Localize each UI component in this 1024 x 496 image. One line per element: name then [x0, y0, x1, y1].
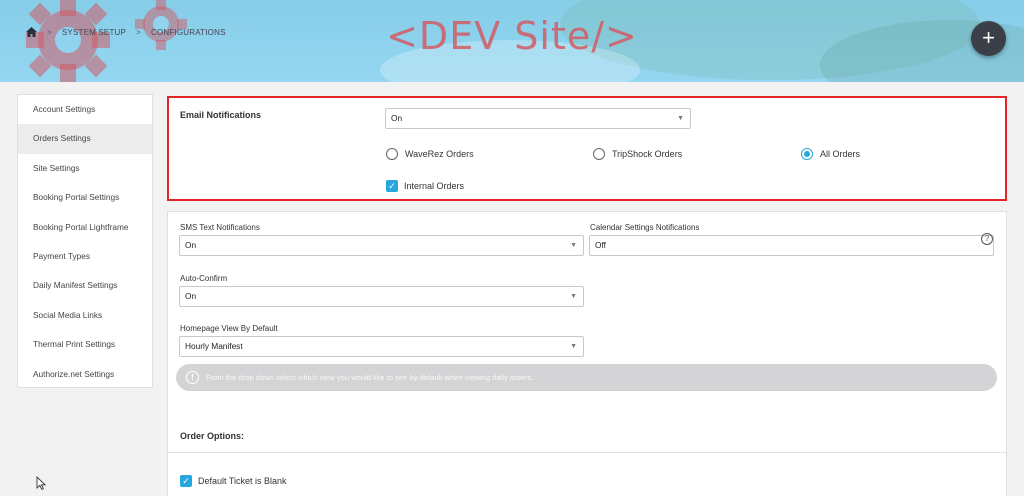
sidebar-item-account-settings[interactable]: Account Settings [18, 95, 152, 124]
sidebar-item-authorize-net-settings[interactable]: Authorize.net Settings [18, 360, 152, 389]
auto-confirm-label: Auto-Confirm [180, 274, 228, 283]
email-notifications-select[interactable]: On ▼ [385, 108, 691, 129]
sidebar-item-thermal-print-settings[interactable]: Thermal Print Settings [18, 330, 152, 359]
info-icon: ! [186, 371, 199, 384]
radio-tripshock-orders[interactable]: TripShock Orders [593, 148, 682, 160]
checkmark-icon: ✓ [386, 180, 398, 192]
email-notifications-label: Email Notifications [180, 110, 262, 120]
auto-confirm-value: On [185, 291, 197, 301]
dev-site-banner: <DEV Site/> [386, 14, 638, 58]
add-button[interactable]: + [971, 21, 1006, 56]
sms-notifications-select[interactable]: On ▼ [179, 235, 584, 256]
default-ticket-blank-checkbox[interactable]: ✓ Default Ticket is Blank [180, 475, 287, 487]
section-divider [168, 452, 1006, 453]
radio-label: WaveRez Orders [405, 149, 474, 159]
checkmark-icon: ✓ [180, 475, 192, 487]
internal-orders-label: Internal Orders [404, 181, 465, 191]
sms-notifications-label: SMS Text Notifications [180, 223, 260, 232]
email-notifications-value: On [391, 113, 403, 123]
auto-confirm-select[interactable]: On ▼ [179, 286, 584, 307]
chevron-down-icon: ▼ [570, 293, 577, 300]
sidebar-item-booking-portal-settings[interactable]: Booking Portal Settings [18, 183, 152, 212]
calendar-notifications-value: Off [595, 240, 606, 250]
sms-notifications-value: On [185, 240, 197, 250]
mouse-cursor-icon [36, 476, 46, 490]
radio-all-orders[interactable]: All Orders [801, 148, 860, 160]
sidebar-item-orders-settings[interactable]: Orders Settings [18, 124, 152, 154]
radio-circle-selected [801, 148, 813, 160]
radio-label: TripShock Orders [612, 149, 683, 159]
internal-orders-checkbox[interactable]: ✓ Internal Orders [386, 180, 464, 192]
homepage-view-label: Homepage View By Default [180, 324, 278, 333]
help-icon[interactable]: ? [981, 233, 993, 245]
homepage-view-value: Hourly Manifest [185, 341, 243, 351]
radio-circle [593, 148, 605, 160]
sidebar-item-booking-portal-lightframe[interactable]: Booking Portal Lightframe [18, 213, 152, 242]
order-options-title: Order Options: [180, 431, 245, 441]
info-banner: ! From the drop down select which view y… [176, 364, 997, 391]
email-notifications-panel: Email Notifications On ▼ WaveRez Orders … [167, 96, 1007, 201]
chevron-down-icon: ▼ [570, 242, 577, 249]
info-banner-text: From the drop down select which view you… [206, 373, 534, 382]
sidebar-item-site-settings[interactable]: Site Settings [18, 154, 152, 183]
radio-label: All Orders [820, 149, 861, 159]
sidebar-item-daily-manifest-settings[interactable]: Daily Manifest Settings [18, 271, 152, 300]
page-header: > SYSTEM SETUP > CONFIGURATIONS <DEV Sit… [0, 0, 1024, 82]
chevron-down-icon: ▼ [570, 343, 577, 350]
sidebar-item-payment-types[interactable]: Payment Types [18, 242, 152, 271]
calendar-notifications-select[interactable]: Off [589, 235, 994, 256]
chevron-down-icon: ▼ [677, 115, 684, 122]
default-ticket-blank-label: Default Ticket is Blank [198, 476, 287, 486]
calendar-notifications-label: Calendar Settings Notifications [590, 223, 700, 232]
settings-sidebar: Account Settings Orders Settings Site Se… [17, 94, 153, 388]
homepage-view-select[interactable]: Hourly Manifest ▼ [179, 336, 584, 357]
radio-circle [386, 148, 398, 160]
sidebar-item-social-media-links[interactable]: Social Media Links [18, 301, 152, 330]
radio-waverez-orders[interactable]: WaveRez Orders [386, 148, 474, 160]
